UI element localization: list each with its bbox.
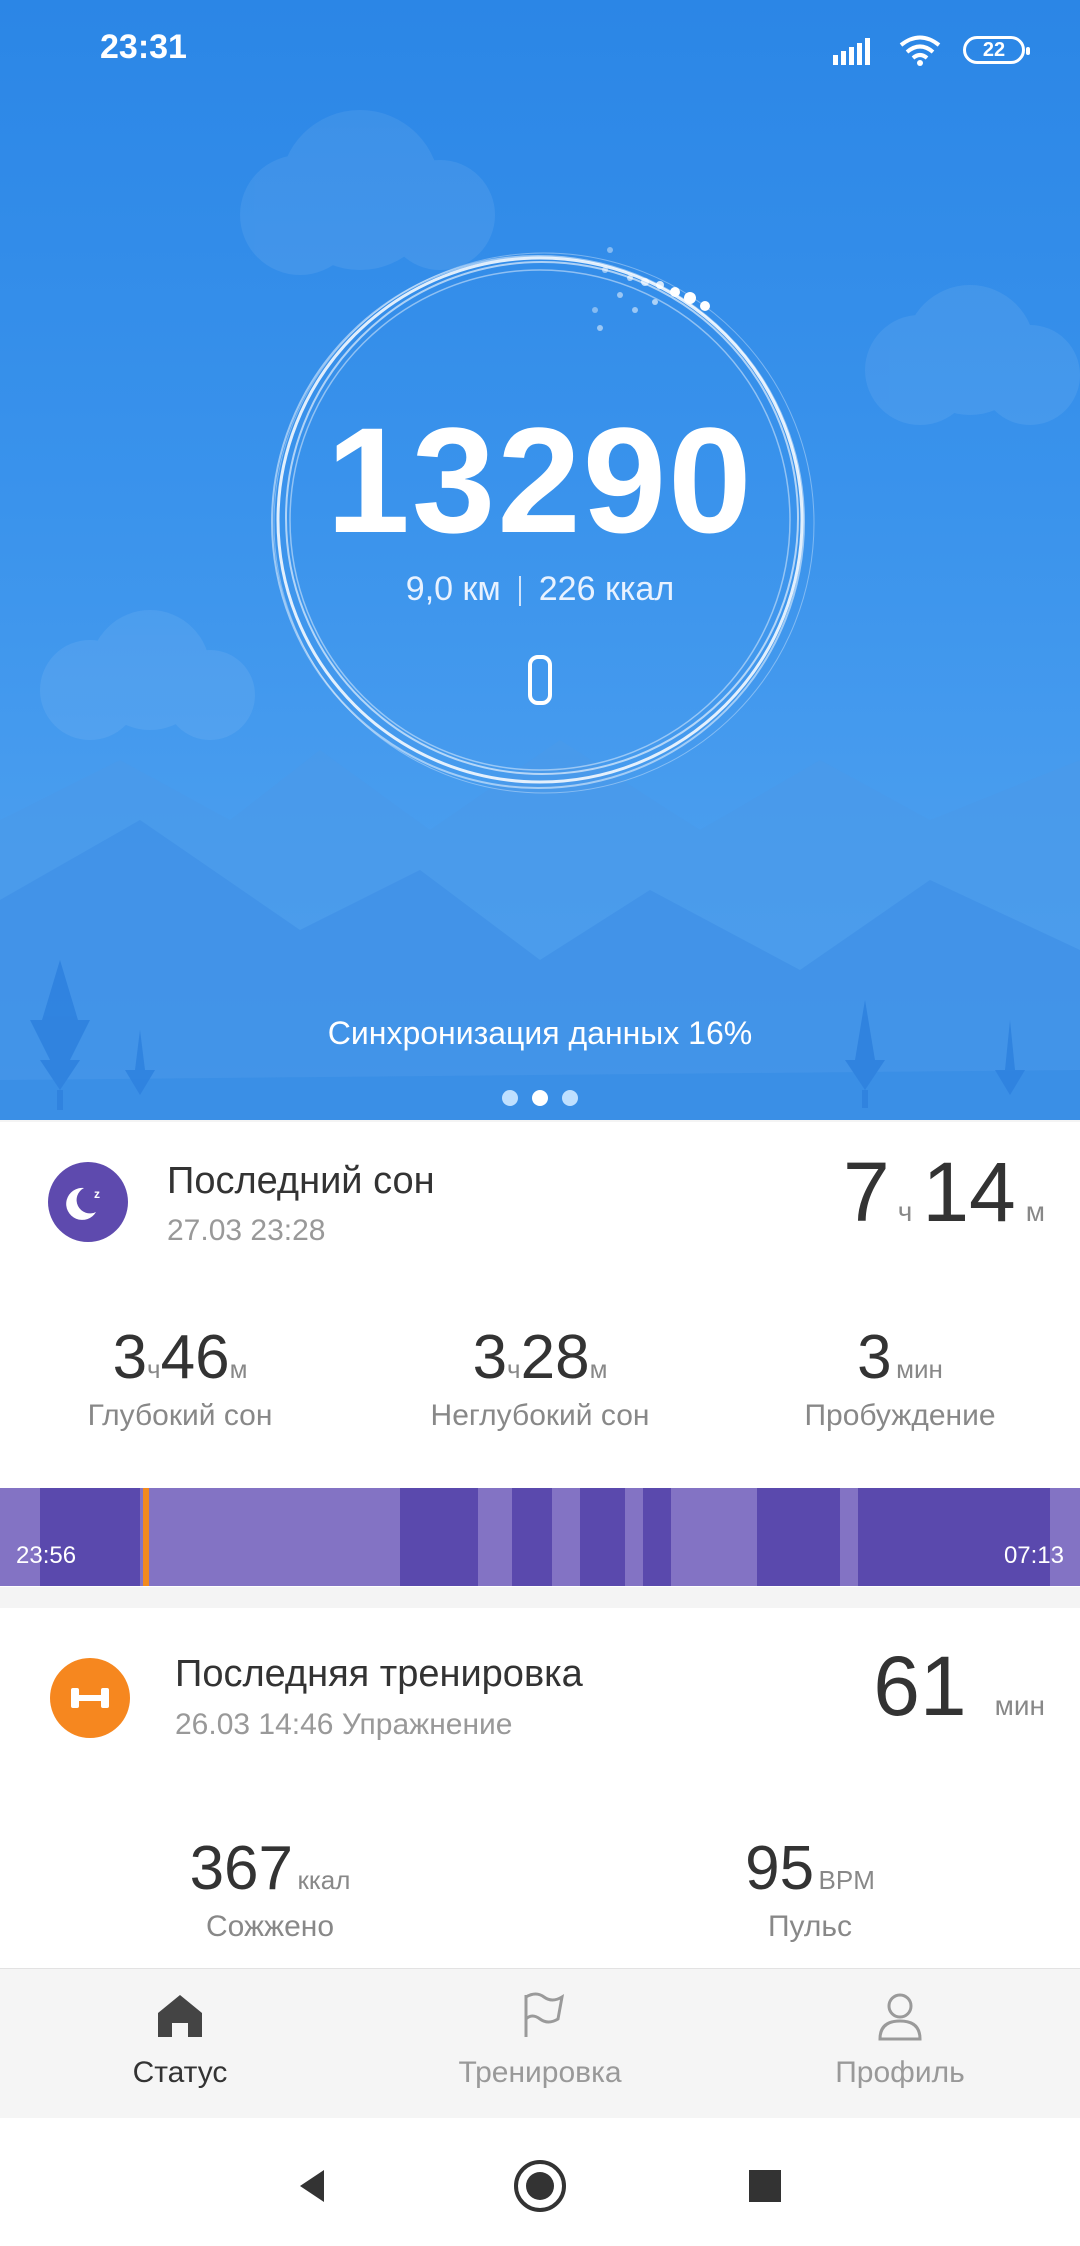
wifi-icon bbox=[899, 35, 941, 66]
workout-subtitle: 26.03 14:46 Упражнение bbox=[175, 1708, 513, 1741]
workout-duration-unit: мин bbox=[994, 1690, 1045, 1721]
awake-unit: мин bbox=[896, 1354, 943, 1384]
sleep-date: 27.03 23:28 bbox=[167, 1214, 326, 1247]
burned-calories-stat: 367 ккал Сожжено bbox=[90, 1833, 450, 1944]
status-icons: 22 bbox=[833, 30, 1030, 70]
light-minutes-unit: м bbox=[589, 1354, 608, 1384]
recents-button[interactable] bbox=[735, 2156, 795, 2216]
distance-value: 9,0 км bbox=[405, 570, 501, 608]
sleep-hours-unit: ч bbox=[897, 1196, 913, 1227]
person-icon bbox=[878, 1993, 922, 2041]
pulse-stat: 95 BPM Пульс bbox=[630, 1833, 990, 1944]
page-dot-active[interactable] bbox=[532, 1090, 548, 1106]
sleep-timeline[interactable]: 23:56 07:13 bbox=[0, 1488, 1080, 1586]
workout-title: Последняя тренировка bbox=[175, 1653, 583, 1695]
nav-tab-profile[interactable]: Профиль bbox=[750, 1989, 1050, 2090]
sleep-segment-deep bbox=[40, 1488, 140, 1586]
nav-tab-workout[interactable]: Тренировка bbox=[390, 1989, 690, 2090]
sleep-minutes: 14 bbox=[922, 1145, 1016, 1239]
nav-label-status: Статус bbox=[132, 2056, 228, 2089]
sleep-end-time: 07:13 bbox=[1003, 1542, 1064, 1569]
home-button[interactable] bbox=[510, 2156, 570, 2216]
sleep-segment-deep bbox=[757, 1488, 840, 1586]
app-root: 23:31 22 13290 9,0 км 226 ккал Синхрониз… bbox=[0, 0, 1080, 2246]
steps-count: 13290 bbox=[326, 396, 754, 564]
burned-calories-value: 367 bbox=[189, 1834, 294, 1903]
pulse-unit: BPM bbox=[818, 1865, 875, 1895]
deep-minutes: 46 bbox=[160, 1323, 230, 1392]
page-indicator[interactable] bbox=[0, 1090, 1080, 1106]
sleep-start-time: 23:56 bbox=[16, 1542, 77, 1569]
sleep-segment-deep bbox=[858, 1488, 1050, 1586]
nav-label-workout: Тренировка bbox=[458, 2056, 622, 2089]
moon-icon: z bbox=[48, 1162, 128, 1242]
sleep-segment-deep bbox=[512, 1488, 552, 1586]
sleep-title: Последний сон bbox=[167, 1160, 435, 1202]
workout-duration-value: 61 bbox=[873, 1639, 967, 1733]
awake-value: 3 bbox=[857, 1323, 892, 1392]
pulse-value: 95 bbox=[745, 1834, 815, 1903]
deep-sleep-label: Глубокий сон bbox=[87, 1399, 273, 1432]
workout-duration: 61 мин bbox=[873, 1638, 1045, 1735]
awake-label: Пробуждение bbox=[804, 1399, 996, 1432]
sync-status: Синхронизация данных 16% bbox=[327, 1015, 753, 1051]
sleep-segment-awake bbox=[143, 1488, 149, 1586]
light-sleep-label: Неглубокий сон bbox=[430, 1399, 650, 1432]
status-time: 23:31 bbox=[100, 28, 187, 66]
deep-hours-unit: ч bbox=[147, 1354, 161, 1384]
sleep-segment-deep bbox=[580, 1488, 625, 1586]
divider bbox=[518, 576, 521, 607]
battery-icon: 22 bbox=[963, 36, 1030, 64]
fitness-band-icon bbox=[528, 655, 552, 705]
light-sleep-stat: 3ч28м Неглубокий сон bbox=[360, 1322, 720, 1433]
calories-value: 226 ккал bbox=[538, 570, 675, 608]
flag-icon bbox=[524, 1992, 565, 2037]
sleep-segment-deep bbox=[400, 1488, 478, 1586]
light-hours: 3 bbox=[472, 1323, 508, 1392]
nav-tab-status[interactable]: Статус bbox=[30, 1989, 330, 2090]
sleep-hours: 7 bbox=[843, 1145, 890, 1239]
distance-calories: 9,0 км 226 ккал bbox=[0, 570, 1080, 609]
deep-sleep-stat: 3ч46м Глубокий сон bbox=[0, 1322, 360, 1433]
sleep-segment-deep bbox=[643, 1488, 671, 1586]
light-hours-unit: ч bbox=[507, 1354, 521, 1384]
sleep-total: 7 ч 14 м bbox=[843, 1144, 1045, 1241]
recents-square-icon bbox=[749, 2170, 781, 2202]
steps-hero[interactable]: 23:31 22 13290 9,0 км 226 ккал Синхрониз… bbox=[0, 0, 1080, 1120]
pulse-label: Пульс bbox=[767, 1910, 853, 1943]
back-button[interactable] bbox=[282, 2156, 342, 2216]
home-icon bbox=[158, 1995, 202, 2037]
system-navigation-bar bbox=[0, 2118, 1080, 2246]
bottom-navigation: Статус Тренировка Профиль bbox=[0, 1968, 1080, 2119]
signal-icon bbox=[833, 38, 870, 65]
light-minutes: 28 bbox=[520, 1323, 590, 1392]
deep-hours: 3 bbox=[112, 1323, 148, 1392]
back-triangle-icon bbox=[300, 2170, 324, 2202]
awake-stat: 3 мин Пробуждение bbox=[720, 1322, 1080, 1433]
svg-text:z: z bbox=[94, 1187, 100, 1201]
sleep-minutes-unit: м bbox=[1025, 1196, 1045, 1227]
page-dot[interactable] bbox=[502, 1090, 518, 1106]
dumbbell-icon bbox=[50, 1658, 130, 1738]
page-dot[interactable] bbox=[562, 1090, 578, 1106]
last-workout-card[interactable]: Последняя тренировка 26.03 14:46 Упражне… bbox=[0, 1608, 1080, 1968]
nav-label-profile: Профиль bbox=[835, 2056, 965, 2089]
home-circle-icon bbox=[514, 2160, 566, 2212]
deep-minutes-unit: м bbox=[229, 1354, 248, 1384]
burned-calories-label: Сожжено bbox=[205, 1910, 335, 1943]
burned-calories-unit: ккал bbox=[297, 1865, 351, 1895]
